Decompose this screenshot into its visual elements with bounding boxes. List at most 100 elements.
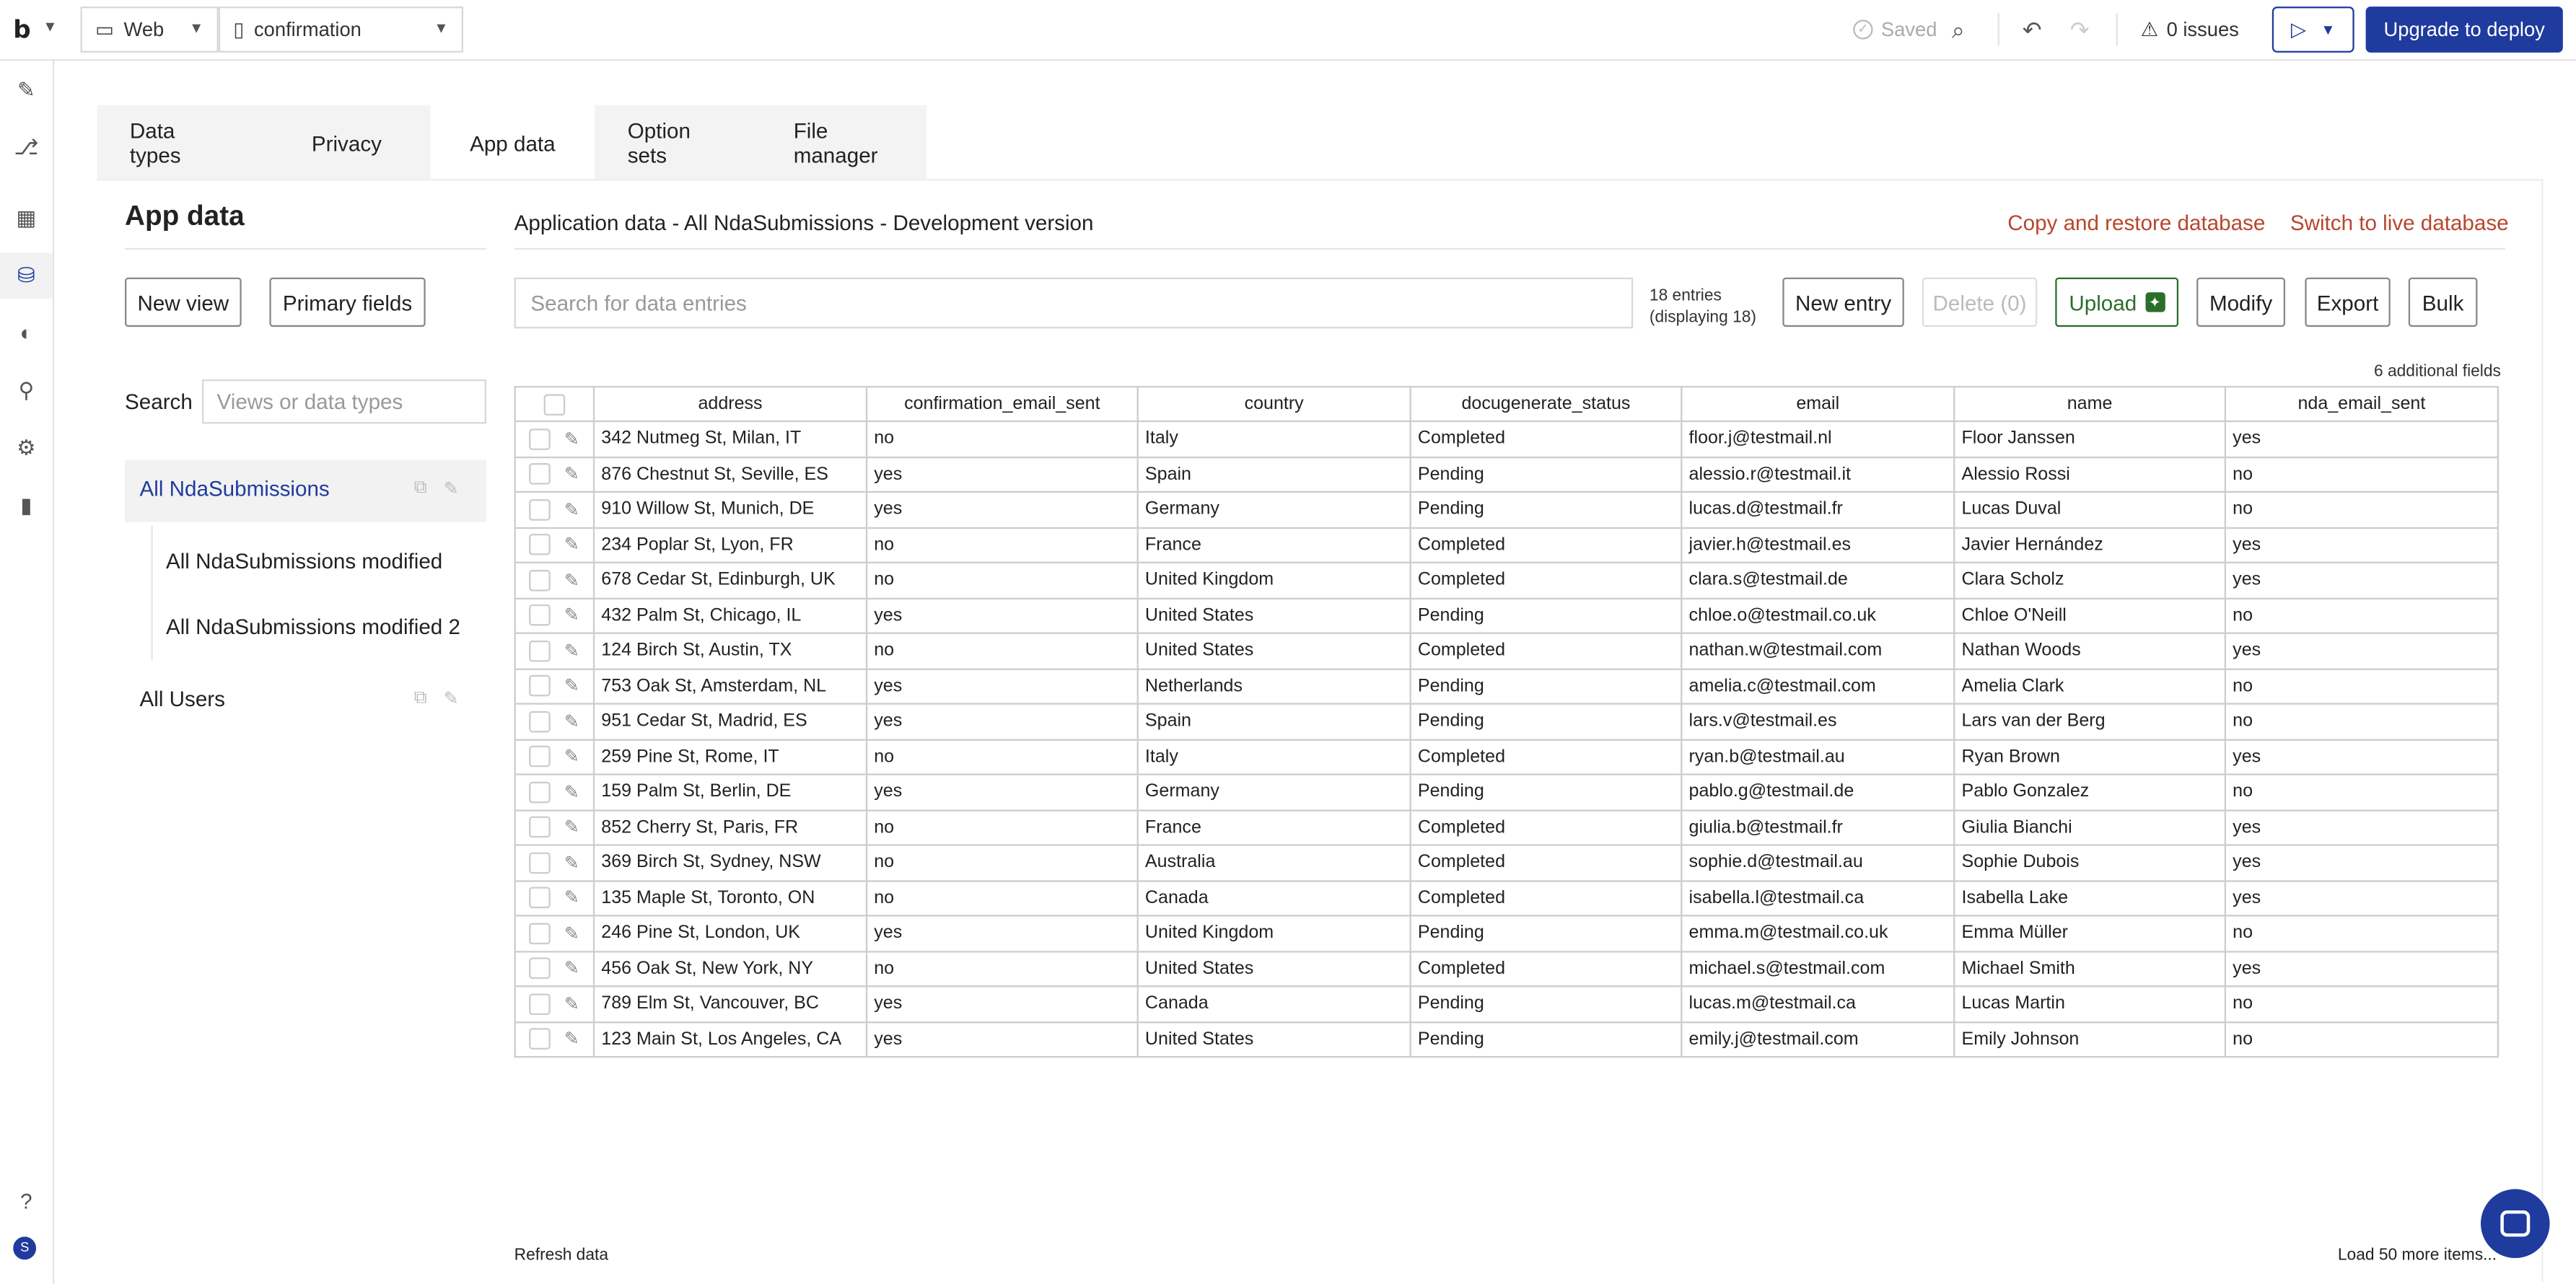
page-select[interactable]: ▯ confirmation ▼ xyxy=(218,6,464,53)
pencil-icon[interactable]: ✎ xyxy=(0,77,53,103)
table-cell-name[interactable]: Emma Müller xyxy=(1953,915,2227,952)
table-cell-country[interactable]: Italy xyxy=(1136,420,1411,458)
table-cell-address[interactable]: 234 Poplar St, Lyon, FR xyxy=(592,526,868,563)
row-checkbox[interactable] xyxy=(530,887,551,909)
table-cell-nda-email-sent[interactable]: no xyxy=(2224,1021,2500,1058)
table-cell-nda-email-sent[interactable]: no xyxy=(2224,773,2500,811)
table-cell-confirmation-email-sent[interactable]: yes xyxy=(865,491,1139,528)
table-cell-address[interactable]: 342 Nutmeg St, Milan, IT xyxy=(592,420,868,458)
help-icon[interactable]: ? xyxy=(0,1189,53,1213)
new-view-button[interactable]: New view xyxy=(125,277,242,327)
row-checkbox[interactable] xyxy=(530,498,551,521)
table-cell-docugenerate-status[interactable]: Pending xyxy=(1409,597,1683,634)
tab-app-data[interactable]: App data xyxy=(430,105,595,181)
table-row[interactable]: ✎ 369 Birch St, Sydney, NSW no Australia Com… xyxy=(514,844,2500,881)
table-cell-country[interactable]: Australia xyxy=(1136,844,1411,881)
switch-live-database-link[interactable]: Switch to live database xyxy=(2290,210,2509,234)
copy-icon[interactable]: ⧉ xyxy=(414,478,427,500)
table-row[interactable]: ✎ 910 Willow St, Munich, DE yes Germany Pend… xyxy=(514,491,2500,528)
edit-row-icon[interactable]: ✎ xyxy=(564,958,579,979)
upload-button[interactable]: Upload ✦ xyxy=(2055,277,2179,327)
table-cell-name[interactable]: Chloe O'Neill xyxy=(1953,597,2227,634)
table-cell-name[interactable]: Nathan Woods xyxy=(1953,632,2227,669)
table-cell-email[interactable]: giulia.b@testmail.fr xyxy=(1681,809,1955,846)
column-header-address[interactable]: address xyxy=(592,386,868,423)
table-cell-nda-email-sent[interactable]: yes xyxy=(2224,879,2500,917)
bubble-logo[interactable]: b xyxy=(13,14,30,44)
row-checkbox[interactable] xyxy=(530,640,551,661)
table-cell-address[interactable]: 753 Oak St, Amsterdam, NL xyxy=(592,667,868,705)
table-cell-nda-email-sent[interactable]: no xyxy=(2224,597,2500,634)
table-cell-confirmation-email-sent[interactable]: yes xyxy=(865,455,1139,493)
table-cell-name[interactable]: Alessio Rossi xyxy=(1953,455,2227,493)
edit-row-icon[interactable]: ✎ xyxy=(564,852,579,873)
table-cell-country[interactable]: Netherlands xyxy=(1136,667,1411,705)
table-cell-address[interactable]: 159 Palm St, Berlin, DE xyxy=(592,773,868,811)
table-cell-email[interactable]: emily.j@testmail.com xyxy=(1681,1021,1955,1058)
table-cell-confirmation-email-sent[interactable]: yes xyxy=(865,773,1139,811)
table-cell-email[interactable]: isabella.l@testmail.ca xyxy=(1681,879,1955,917)
table-cell-country[interactable]: United States xyxy=(1136,1021,1411,1058)
table-cell-address[interactable]: 432 Palm St, Chicago, IL xyxy=(592,597,868,634)
table-cell-name[interactable]: Michael Smith xyxy=(1953,950,2227,988)
table-cell-country[interactable]: France xyxy=(1136,526,1411,563)
table-cell-nda-email-sent[interactable]: yes xyxy=(2224,561,2500,599)
table-cell-nda-email-sent[interactable]: yes xyxy=(2224,632,2500,669)
edit-icon[interactable]: ✎ xyxy=(444,688,459,709)
plugin-icon[interactable]: ⚲ xyxy=(0,378,53,404)
table-cell-country[interactable]: France xyxy=(1136,809,1411,846)
table-cell-email[interactable]: amelia.c@testmail.com xyxy=(1681,667,1955,705)
table-cell-country[interactable]: United States xyxy=(1136,597,1411,634)
edit-row-icon[interactable]: ✎ xyxy=(564,993,579,1014)
table-cell-nda-email-sent[interactable]: no xyxy=(2224,455,2500,493)
table-row[interactable]: ✎ 234 Poplar St, Lyon, FR no France Complete… xyxy=(514,526,2500,563)
table-row[interactable]: ✎ 876 Chestnut St, Seville, ES yes Spain Pen… xyxy=(514,455,2500,493)
table-cell-confirmation-email-sent[interactable]: yes xyxy=(865,667,1139,705)
chart-icon[interactable]: ▮ xyxy=(0,493,53,519)
table-cell-nda-email-sent[interactable]: yes xyxy=(2224,844,2500,881)
edit-row-icon[interactable]: ✎ xyxy=(564,746,579,768)
table-cell-docugenerate-status[interactable]: Completed xyxy=(1409,809,1683,846)
table-cell-email[interactable]: lucas.m@testmail.ca xyxy=(1681,985,1955,1023)
table-cell-email[interactable]: emma.m@testmail.co.uk xyxy=(1681,915,1955,952)
table-cell-country[interactable]: Germany xyxy=(1136,773,1411,811)
table-cell-confirmation-email-sent[interactable]: no xyxy=(865,738,1139,775)
table-cell-email[interactable]: floor.j@testmail.nl xyxy=(1681,420,1955,458)
table-cell-docugenerate-status[interactable]: Completed xyxy=(1409,879,1683,917)
table-cell-country[interactable]: Canada xyxy=(1136,879,1411,917)
table-cell-email[interactable]: javier.h@testmail.es xyxy=(1681,526,1955,563)
table-cell-name[interactable]: Sophie Dubois xyxy=(1953,844,2227,881)
table-row[interactable]: ✎ 456 Oak St, New York, NY no United States… xyxy=(514,950,2500,988)
edit-row-icon[interactable]: ✎ xyxy=(564,569,579,591)
table-cell-country[interactable]: Germany xyxy=(1136,491,1411,528)
palette-icon[interactable]: ◐ xyxy=(0,320,53,345)
copy-icon[interactable]: ⧉ xyxy=(414,688,427,710)
table-row[interactable]: ✎ 135 Maple St, Toronto, ON no Canada Comple… xyxy=(514,879,2500,917)
table-cell-docugenerate-status[interactable]: Pending xyxy=(1409,455,1683,493)
delete-button[interactable]: Delete (0) xyxy=(1922,277,2038,327)
table-cell-email[interactable]: lars.v@testmail.es xyxy=(1681,703,1955,740)
table-cell-confirmation-email-sent[interactable]: yes xyxy=(865,703,1139,740)
table-cell-address[interactable]: 876 Chestnut St, Seville, ES xyxy=(592,455,868,493)
table-cell-email[interactable]: nathan.w@testmail.com xyxy=(1681,632,1955,669)
modify-button[interactable]: Modify xyxy=(2196,277,2286,327)
table-row[interactable]: ✎ 951 Cedar St, Madrid, ES yes Spain Pending… xyxy=(514,703,2500,740)
edit-row-icon[interactable]: ✎ xyxy=(564,428,579,449)
edit-row-icon[interactable]: ✎ xyxy=(564,923,579,944)
tab-data-types[interactable]: Data types xyxy=(97,105,263,181)
tab-file-manager[interactable]: File manager xyxy=(761,105,926,181)
table-cell-nda-email-sent[interactable]: yes xyxy=(2224,738,2500,775)
table-cell-address[interactable]: 852 Cherry St, Paris, FR xyxy=(592,809,868,846)
row-checkbox[interactable] xyxy=(530,604,551,627)
edit-icon[interactable]: ✎ xyxy=(444,478,459,499)
database-icon[interactable]: ⛁ xyxy=(0,263,53,289)
table-cell-country[interactable]: Spain xyxy=(1136,455,1411,493)
table-cell-name[interactable]: Emily Johnson xyxy=(1953,1021,2227,1058)
data-entries-search-input[interactable]: Search for data entries xyxy=(514,277,1634,329)
table-cell-docugenerate-status[interactable]: Completed xyxy=(1409,632,1683,669)
table-cell-confirmation-email-sent[interactable]: yes xyxy=(865,915,1139,952)
table-cell-confirmation-email-sent[interactable]: no xyxy=(865,844,1139,881)
table-cell-name[interactable]: Lucas Duval xyxy=(1953,491,2227,528)
row-checkbox[interactable] xyxy=(530,675,551,697)
table-cell-docugenerate-status[interactable]: Pending xyxy=(1409,491,1683,528)
